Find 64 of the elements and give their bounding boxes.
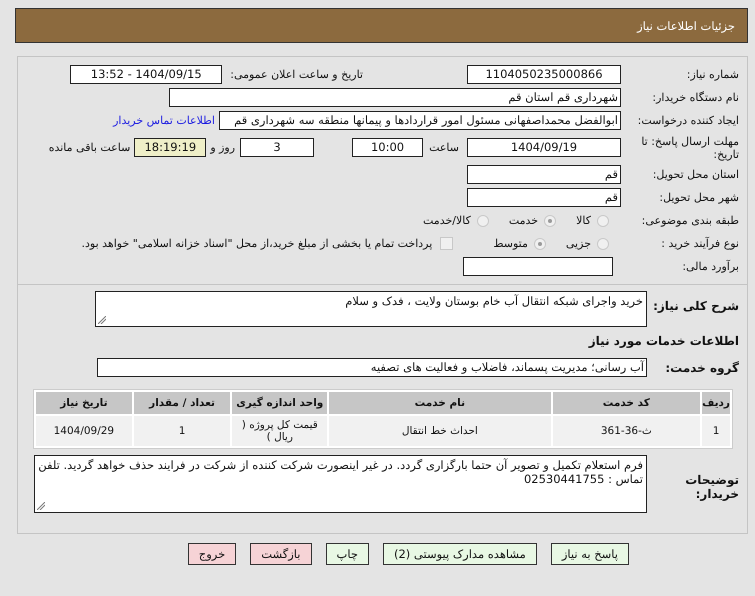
radio-button[interactable] [476,214,489,226]
checkbox[interactable] [440,237,454,250]
field-label: طبقه بندی موضوعی: [640,214,739,227]
contact-link[interactable]: اطلاعات تماس خریدار [113,114,215,127]
field-label: برآورد مالی: [681,260,739,273]
resize-grip-icon[interactable] [37,502,45,510]
announce-date-field[interactable]: 1404/09/15 - 13:52 [70,65,222,84]
action-button[interactable]: پاسخ به نیاز [550,543,629,565]
action-button[interactable]: مشاهده مدارک پیوستی (2) [382,543,537,565]
column-header: تاریخ نیاز [36,392,132,414]
section-heading: اطلاعات خدمات مورد نیاز [588,334,739,348]
field-label: ساعت [429,141,459,154]
table-cell: ث-36-361 [552,416,700,446]
field-label: شهر محل تحویل: [658,191,739,204]
table-cell: قیمت کل پروژه ( ریال ) [232,416,328,446]
table-cell: احداث خط انتقال [329,416,551,446]
description-field[interactable]: خرید واجرای شبکه انتقال آب خام بوستان ولایت ، فدک و سلام [95,291,647,327]
column-header: واحد اندازه گیری [232,392,328,414]
remaining-time-field: 18:19:19 [134,138,206,157]
action-button[interactable]: چاپ [326,543,369,565]
province-field[interactable]: قم [467,165,621,184]
field-label: استان محل تحویل: [652,168,739,181]
column-header: تعداد / مقدار [134,392,230,414]
days-field[interactable]: 3 [240,138,314,157]
radio-label: جزیی [566,237,591,250]
table-cell: 1 [134,416,230,446]
estimate-field[interactable] [463,257,613,276]
field-label: ایجاد کننده درخواست: [636,114,739,127]
column-header: نام خدمت [329,392,551,414]
field-label: نوع فرآیند خرید : [660,237,739,250]
deadline-date-field[interactable]: 1404/09/19 [467,138,621,157]
radio-label: متوسط [493,237,528,250]
requester-field[interactable]: ابوالفضل محمداصفهانی مسئول امور قراردادها و پیمانها منطقه سه شهرداری قم [219,111,621,130]
field-label: توضیحات خریدار: [684,472,739,501]
radio-label: خدمت [508,214,538,227]
page-title: جزئیات اطلاعات نیاز [637,18,735,32]
action-button[interactable]: خروج [188,543,236,565]
column-header: ردیف [702,392,730,414]
city-field[interactable]: قم [467,188,621,207]
field-label: ساعت باقی مانده [48,141,130,154]
buyer-org-field[interactable]: شهرداری قم استان قم [169,88,621,107]
field-label: گروه خدمت: [664,360,739,374]
field-label: نام دستگاه خریدار: [651,91,739,104]
field-label: شرح کلی نیاز: [652,298,739,313]
table-cell: 1404/09/29 [36,416,132,446]
radio-button[interactable] [534,238,546,250]
need-number-field[interactable]: 1104050235000866 [467,65,621,84]
radio-button[interactable] [544,214,556,226]
checkbox-label: پرداخت تمام یا بخشی از مبلغ خرید،از محل "اسناد خزانه اسلامی" خواهد بود. [82,237,432,250]
field-label: تاریخ و ساعت اعلان عمومی: [230,68,363,81]
radio-label: کالا/خدمت [423,214,471,227]
action-button[interactable]: بازگشت [250,543,312,565]
column-header: کد خدمت [552,392,700,414]
radio-label: کالا [576,214,591,227]
table-cell: 1 [702,416,730,446]
radio-button[interactable] [597,214,609,226]
field-label: شماره نیاز: [686,68,739,81]
resize-grip-icon[interactable] [98,316,106,324]
radio-button[interactable] [597,238,609,250]
field-label: مهلت ارسال پاسخ: تا تاریخ: [640,134,739,160]
deadline-time-field[interactable]: 10:00 [352,138,424,157]
field-label: روز و [210,141,236,154]
buyer-notes-field[interactable]: فرم استعلام تکمیل و تصویر آن حتما بارگزاری گردد. در غیر اینصورت شرکت کننده از شرکت در فرایند حذف خواهد گردید. تلفن تماس : 02530441755 [34,455,647,513]
service-group-field[interactable]: آب رسانی؛ مدیریت پسماند، فاضلاب و فعالیت های تصفیه [97,358,647,377]
